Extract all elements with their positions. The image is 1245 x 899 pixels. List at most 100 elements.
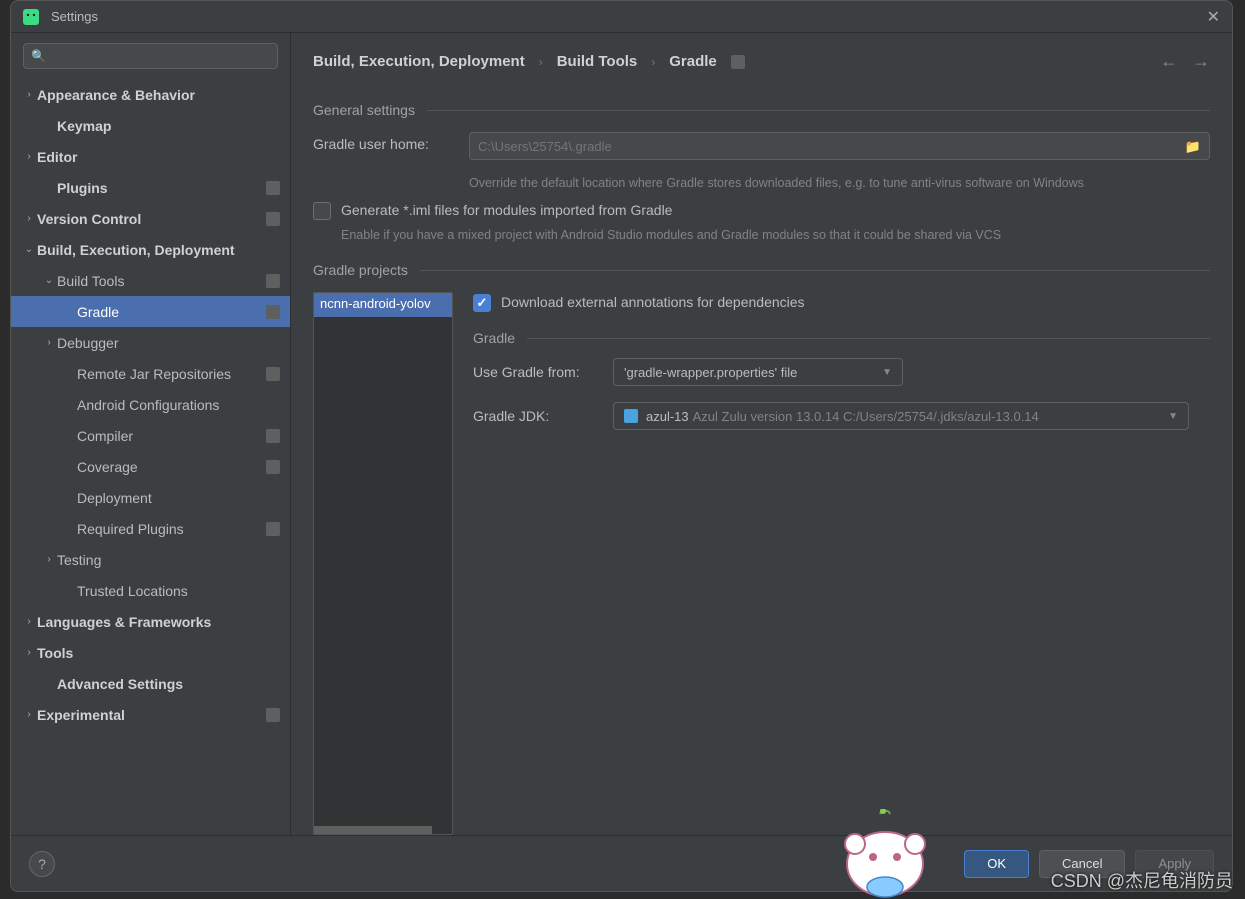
close-icon[interactable]: ✕ [1207,7,1220,27]
help-button[interactable]: ? [29,851,55,877]
project-item[interactable]: ncnn-android-yolov [314,293,452,317]
sidebar-item-label: Languages & Frameworks [37,614,280,630]
breadcrumb: Build, Execution, Deployment › Build Too… [313,51,1210,72]
sidebar-item-debugger[interactable]: ›Debugger [11,327,290,358]
generate-iml-row: Generate *.iml files for modules importe… [313,202,1210,220]
ok-button[interactable]: OK [964,850,1029,878]
module-badge-icon [266,181,280,195]
footer: ? OK Cancel Apply [11,835,1232,891]
sidebar-item-version-control[interactable]: ›Version Control [11,203,290,234]
sidebar-item-keymap[interactable]: Keymap [11,110,290,141]
sidebar-item-label: Compiler [77,428,260,444]
sidebar-item-label: Trusted Locations [77,583,280,599]
sidebar-item-trusted-locations[interactable]: Trusted Locations [11,575,290,606]
use-gradle-from-select[interactable]: 'gradle-wrapper.properties' file ▼ [613,358,903,386]
scrollbar-thumb[interactable] [314,826,432,834]
search-input[interactable] [23,43,278,69]
projects-section-header: Gradle projects [313,262,1210,278]
select-value: 'gradle-wrapper.properties' file [624,365,797,380]
sidebar-item-label: Version Control [37,211,260,227]
sidebar-item-required-plugins[interactable]: Required Plugins [11,513,290,544]
gradle-jdk-row: Gradle JDK: azul-13 Azul Zulu version 13… [473,402,1210,430]
use-gradle-from-row: Use Gradle from: 'gradle-wrapper.propert… [473,358,1210,386]
gradle-user-home-input[interactable]: 📁 [469,132,1210,160]
chevron-right-icon: › [41,554,57,565]
sidebar-item-advanced-settings[interactable]: Advanced Settings [11,668,290,699]
forward-icon[interactable]: → [1192,51,1210,72]
sidebar-item-label: Required Plugins [77,521,260,537]
module-badge-icon [266,274,280,288]
sidebar-item-label: Appearance & Behavior [37,87,280,103]
chevron-down-icon: ▼ [882,367,892,378]
settings-tree[interactable]: ›Appearance & BehaviorKeymap›EditorPlugi… [11,79,290,835]
settings-window: Settings ✕ 🔍 ›Appearance & BehaviorKeyma… [10,0,1233,892]
jdk-icon [624,409,638,423]
breadcrumb-item[interactable]: Build Tools [557,53,638,70]
titlebar[interactable]: Settings ✕ [11,1,1232,33]
android-studio-icon [23,9,39,25]
module-badge-icon [266,708,280,722]
module-badge-icon [266,305,280,319]
chevron-right-icon: › [21,89,37,100]
sidebar-item-label: Editor [37,149,280,165]
chevron-down-icon: ▼ [1168,411,1178,422]
gradle-user-home-field[interactable] [478,133,1177,159]
cancel-button[interactable]: Cancel [1039,850,1125,878]
gradle-jdk-select[interactable]: azul-13 Azul Zulu version 13.0.14 C:/Use… [613,402,1189,430]
generate-iml-label: Generate *.iml files for modules importe… [341,202,672,218]
sidebar-item-label: Build, Execution, Deployment [37,242,280,258]
sidebar-item-deployment[interactable]: Deployment [11,482,290,513]
sidebar-item-compiler[interactable]: Compiler [11,420,290,451]
sidebar-item-experimental[interactable]: ›Experimental [11,699,290,730]
sidebar-item-label: Advanced Settings [57,676,280,692]
module-badge-icon [266,522,280,536]
sidebar-item-appearance-behavior[interactable]: ›Appearance & Behavior [11,79,290,110]
gradle-jdk-label: Gradle JDK: [473,408,613,424]
sidebar-item-gradle[interactable]: Gradle [11,296,290,327]
subsection-title: Gradle [473,330,515,346]
sidebar-item-build-execution-deployment[interactable]: ⌄Build, Execution, Deployment [11,234,290,265]
sidebar-item-label: Testing [57,552,280,568]
sidebar-item-testing[interactable]: ›Testing [11,544,290,575]
sidebar-item-coverage[interactable]: Coverage [11,451,290,482]
sidebar-item-label: Keymap [57,118,280,134]
project-list[interactable]: ncnn-android-yolov [313,292,453,835]
gradle-user-home-label: Gradle user home: [313,132,469,152]
sidebar-item-label: Deployment [77,490,280,506]
projects-row: ncnn-android-yolov Download external ann… [313,292,1210,835]
breadcrumb-item[interactable]: Build, Execution, Deployment [313,53,525,70]
module-badge-icon [266,212,280,226]
generate-iml-checkbox[interactable] [313,202,331,220]
module-badge-icon [266,429,280,443]
back-icon[interactable]: ← [1160,51,1178,72]
download-annotations-checkbox[interactable] [473,294,491,312]
chevron-right-icon: › [539,55,543,69]
use-gradle-from-label: Use Gradle from: [473,364,613,380]
chevron-right-icon: › [651,55,655,69]
sidebar-item-label: Coverage [77,459,260,475]
sidebar-item-label: Debugger [57,335,280,351]
sidebar-item-languages-frameworks[interactable]: ›Languages & Frameworks [11,606,290,637]
window-title: Settings [51,9,1207,24]
sidebar-item-tools[interactable]: ›Tools [11,637,290,668]
chevron-right-icon: › [41,337,57,348]
sidebar-item-remote-jar-repositories[interactable]: Remote Jar Repositories [11,358,290,389]
module-badge-icon [266,367,280,381]
apply-button[interactable]: Apply [1135,850,1214,878]
sidebar-item-editor[interactable]: ›Editor [11,141,290,172]
search-wrap: 🔍 [11,33,290,79]
module-badge-icon [266,460,280,474]
breadcrumb-item[interactable]: Gradle [669,53,717,70]
folder-icon[interactable]: 📁 [1185,139,1201,155]
download-annotations-label: Download external annotations for depend… [501,294,805,310]
generate-iml-hint: Enable if you have a mixed project with … [341,228,1210,242]
gradle-user-home-row: Gradle user home: 📁 [313,132,1210,160]
general-section-header: General settings [313,102,1210,118]
main-panel: Build, Execution, Deployment › Build Too… [291,33,1232,835]
sidebar-item-build-tools[interactable]: ⌄Build Tools [11,265,290,296]
sidebar-item-plugins[interactable]: Plugins [11,172,290,203]
gradle-subsection: Gradle [473,330,1210,346]
sidebar-item-android-configurations[interactable]: Android Configurations [11,389,290,420]
sidebar-item-label: Tools [37,645,280,661]
chevron-right-icon: › [21,151,37,162]
